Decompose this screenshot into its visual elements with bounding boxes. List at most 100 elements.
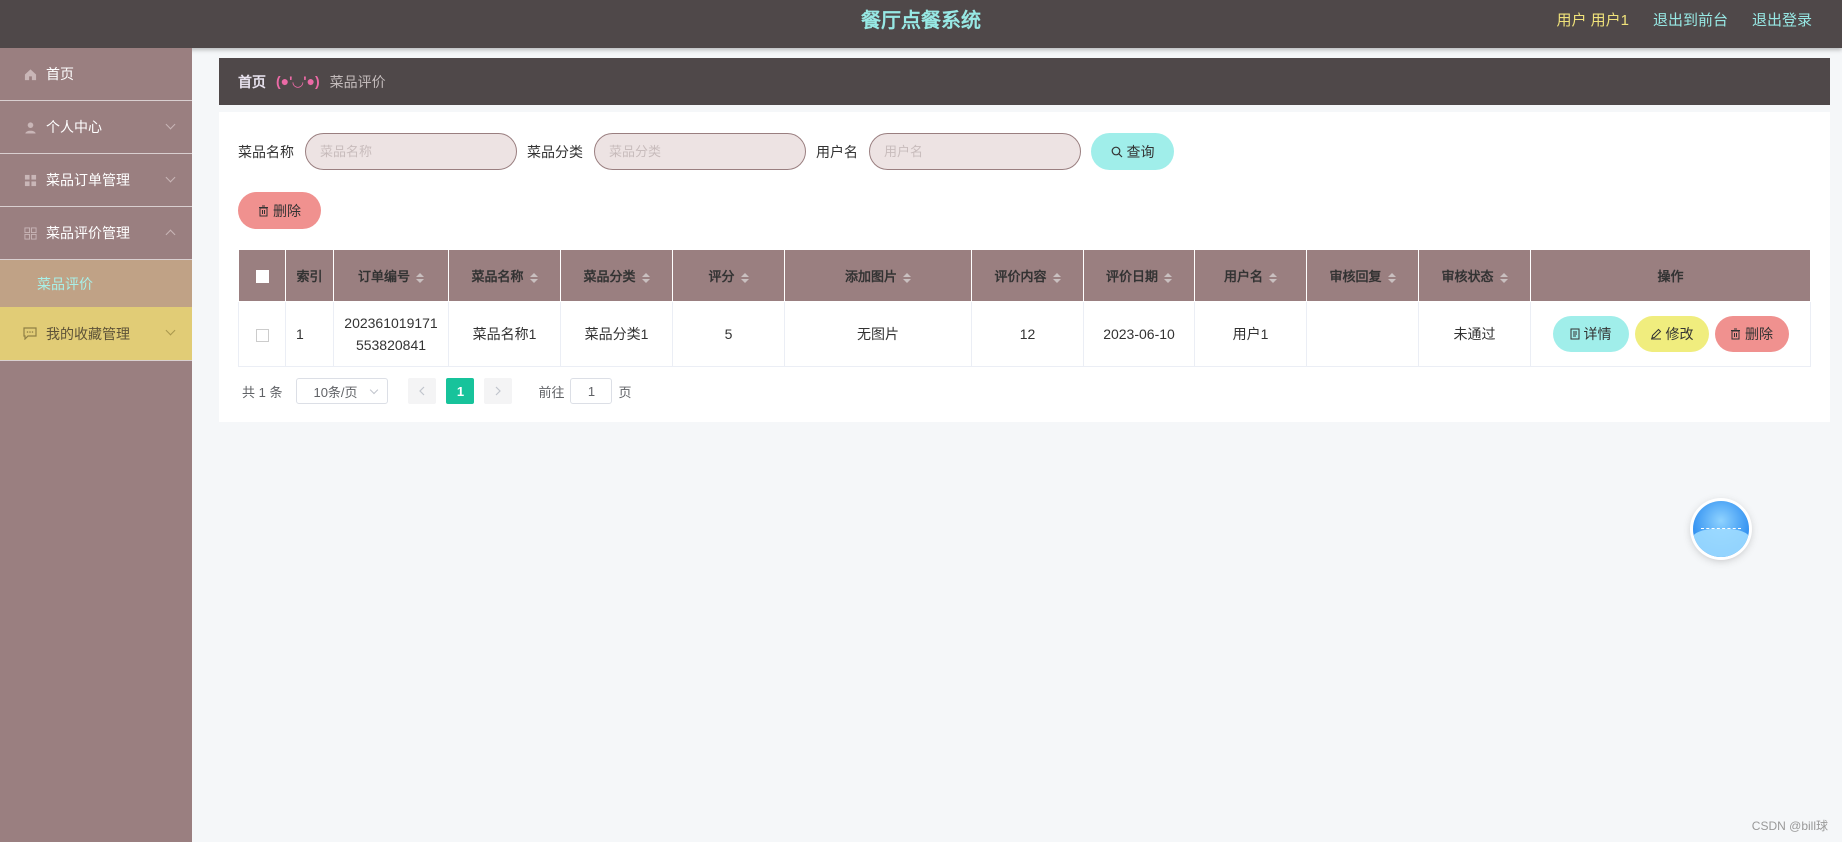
- dash-decoration: [1701, 528, 1741, 529]
- pagination: 共 1 条 10条/页 1 前往 页: [242, 378, 632, 404]
- table-header-row: 索引 订单编号 菜品名称 菜品分类 评分 添加图片 评价内容 评价日期 用户名 …: [238, 249, 1811, 302]
- sidebar-item-dish-reviews[interactable]: 菜品评价管理: [0, 207, 192, 260]
- column-header[interactable]: 订单编号: [333, 249, 449, 302]
- sort-icon[interactable]: [1499, 272, 1508, 283]
- grid-icon: [22, 225, 38, 241]
- batch-delete-button[interactable]: 删除: [238, 192, 321, 229]
- goto-suffix: 页: [618, 384, 632, 400]
- sort-icon[interactable]: [1052, 272, 1061, 283]
- content-panel: 菜品名称 菜品分类 用户名 查询 删除 索引 订单编号 菜品名称 菜品分: [219, 112, 1830, 422]
- floating-assistant-ball[interactable]: [1693, 501, 1749, 557]
- top-header: 餐厅点餐系统 用户 用户1 退出到前台 退出登录: [0, 0, 1842, 48]
- row-checkbox[interactable]: [255, 328, 269, 342]
- column-header[interactable]: 添加图片: [784, 249, 972, 302]
- dish-name-input[interactable]: [305, 133, 517, 170]
- dish-category-input[interactable]: [594, 133, 806, 170]
- page-size-select[interactable]: 10条/页: [296, 378, 389, 404]
- edit-icon: [1650, 328, 1661, 340]
- query-button[interactable]: 查询: [1091, 133, 1174, 170]
- sidebar-item-label: 我的收藏管理: [46, 325, 130, 342]
- sort-icon[interactable]: [641, 272, 650, 283]
- cell-image: 无图片: [784, 301, 972, 367]
- sort-icon[interactable]: [1269, 272, 1277, 283]
- row-select-cell: [238, 301, 286, 367]
- column-header[interactable]: 审核状态: [1418, 249, 1531, 302]
- username-label: 用户名: [816, 143, 858, 160]
- cell-date: 2023-06-10: [1083, 301, 1195, 367]
- chevron-right-icon: [496, 386, 502, 396]
- sort-icon[interactable]: [529, 272, 538, 283]
- column-header: 索引: [285, 249, 334, 302]
- back-to-frontend-link[interactable]: 退出到前台: [1653, 0, 1728, 42]
- column-header[interactable]: 菜品分类: [560, 249, 673, 302]
- sidebar-item-home[interactable]: 首页: [0, 48, 192, 101]
- detail-button[interactable]: 详情: [1552, 316, 1629, 352]
- pagination-total: 共 1 条: [242, 384, 283, 400]
- sidebar-item-personal-center[interactable]: 个人中心: [0, 101, 192, 154]
- cell-score: 5: [672, 301, 785, 367]
- batch-delete-label: 删除: [273, 202, 301, 219]
- chevron-down-icon: [165, 325, 176, 336]
- page-number-current[interactable]: 1: [446, 378, 475, 404]
- user-icon: [22, 119, 38, 135]
- watermark: CSDN @bill球: [1751, 819, 1828, 833]
- trash-icon: [1731, 328, 1740, 340]
- chat-icon: [22, 326, 38, 342]
- wave-decoration: [1693, 529, 1749, 557]
- cell-dish-name: 菜品名称1: [448, 301, 561, 367]
- document-icon: [1570, 328, 1579, 340]
- column-header[interactable]: 审核回复: [1306, 249, 1419, 302]
- sort-icon[interactable]: [416, 272, 424, 283]
- sidebar-item-favorites[interactable]: 我的收藏管理: [0, 307, 192, 361]
- breadcrumb-home[interactable]: 首页: [238, 72, 266, 92]
- select-all-checkbox[interactable]: [255, 270, 269, 284]
- cell-operations: 详情 修改 删除: [1530, 301, 1811, 367]
- trash-icon: [259, 205, 268, 216]
- chevron-down-icon: [165, 119, 176, 130]
- dish-category-label: 菜品分类: [527, 143, 583, 160]
- column-header[interactable]: 用户名: [1194, 249, 1307, 302]
- query-button-label: 查询: [1126, 143, 1155, 160]
- search-form: 菜品名称 菜品分类 用户名 查询: [238, 133, 1174, 170]
- reviews-table: 索引 订单编号 菜品名称 菜品分类 评分 添加图片 评价内容 评价日期 用户名 …: [238, 249, 1811, 367]
- select-all-cell: [238, 249, 286, 302]
- table-row: 1 202361019171 553820841 菜品名称1 菜品分类1 5 无图…: [238, 301, 1811, 367]
- header-actions: 用户 用户1 退出到前台 退出登录: [1556, 0, 1812, 42]
- chevron-left-icon: [419, 386, 425, 396]
- breadcrumb-current: 菜品评价: [329, 73, 386, 90]
- sidebar-item-label: 菜品订单管理: [46, 172, 130, 188]
- row-delete-button[interactable]: 删除: [1714, 316, 1789, 352]
- sidebar-item-dish-orders[interactable]: 菜品订单管理: [0, 154, 192, 207]
- current-user-label: 用户 用户1: [1556, 12, 1629, 29]
- sort-icon[interactable]: [1387, 272, 1396, 283]
- cell-status: 未通过: [1418, 301, 1531, 367]
- sidebar-item-label: 菜品评价管理: [46, 225, 130, 241]
- sort-icon[interactable]: [903, 272, 911, 283]
- goto-page-input[interactable]: [570, 378, 613, 404]
- logout-link[interactable]: 退出登录: [1752, 0, 1812, 42]
- sidebar: 首页 个人中心 菜品订单管理 菜品评价管理 菜品评价 我的收藏管理: [0, 48, 192, 842]
- breadcrumb-separator: (●'◡'●): [276, 73, 320, 89]
- column-header: 操作: [1530, 249, 1811, 302]
- chevron-down-icon: [165, 172, 176, 183]
- column-header[interactable]: 评价内容: [971, 249, 1084, 302]
- grid-icon: [22, 172, 38, 188]
- cell-index: 1: [285, 301, 334, 367]
- sort-icon[interactable]: [740, 272, 749, 283]
- prev-page-button[interactable]: [408, 378, 437, 404]
- edit-button[interactable]: 修改: [1634, 316, 1709, 352]
- search-icon: [1111, 146, 1122, 157]
- cell-order-no: 202361019171 553820841: [333, 301, 449, 367]
- sidebar-subitem-dish-review[interactable]: 菜品评价: [0, 260, 192, 307]
- breadcrumb: 首页 (●'◡'●) 菜品评价: [219, 58, 1830, 105]
- username-input[interactable]: [869, 133, 1081, 170]
- cell-reply: [1306, 301, 1419, 367]
- column-header[interactable]: 评分: [672, 249, 785, 302]
- next-page-button[interactable]: [484, 378, 513, 404]
- goto-prefix: 前往: [538, 384, 565, 400]
- sort-icon[interactable]: [1164, 272, 1172, 283]
- column-header[interactable]: 评价日期: [1083, 249, 1195, 302]
- chevron-down-icon: [370, 385, 379, 395]
- column-header[interactable]: 菜品名称: [448, 249, 561, 302]
- cell-dish-category: 菜品分类1: [560, 301, 673, 367]
